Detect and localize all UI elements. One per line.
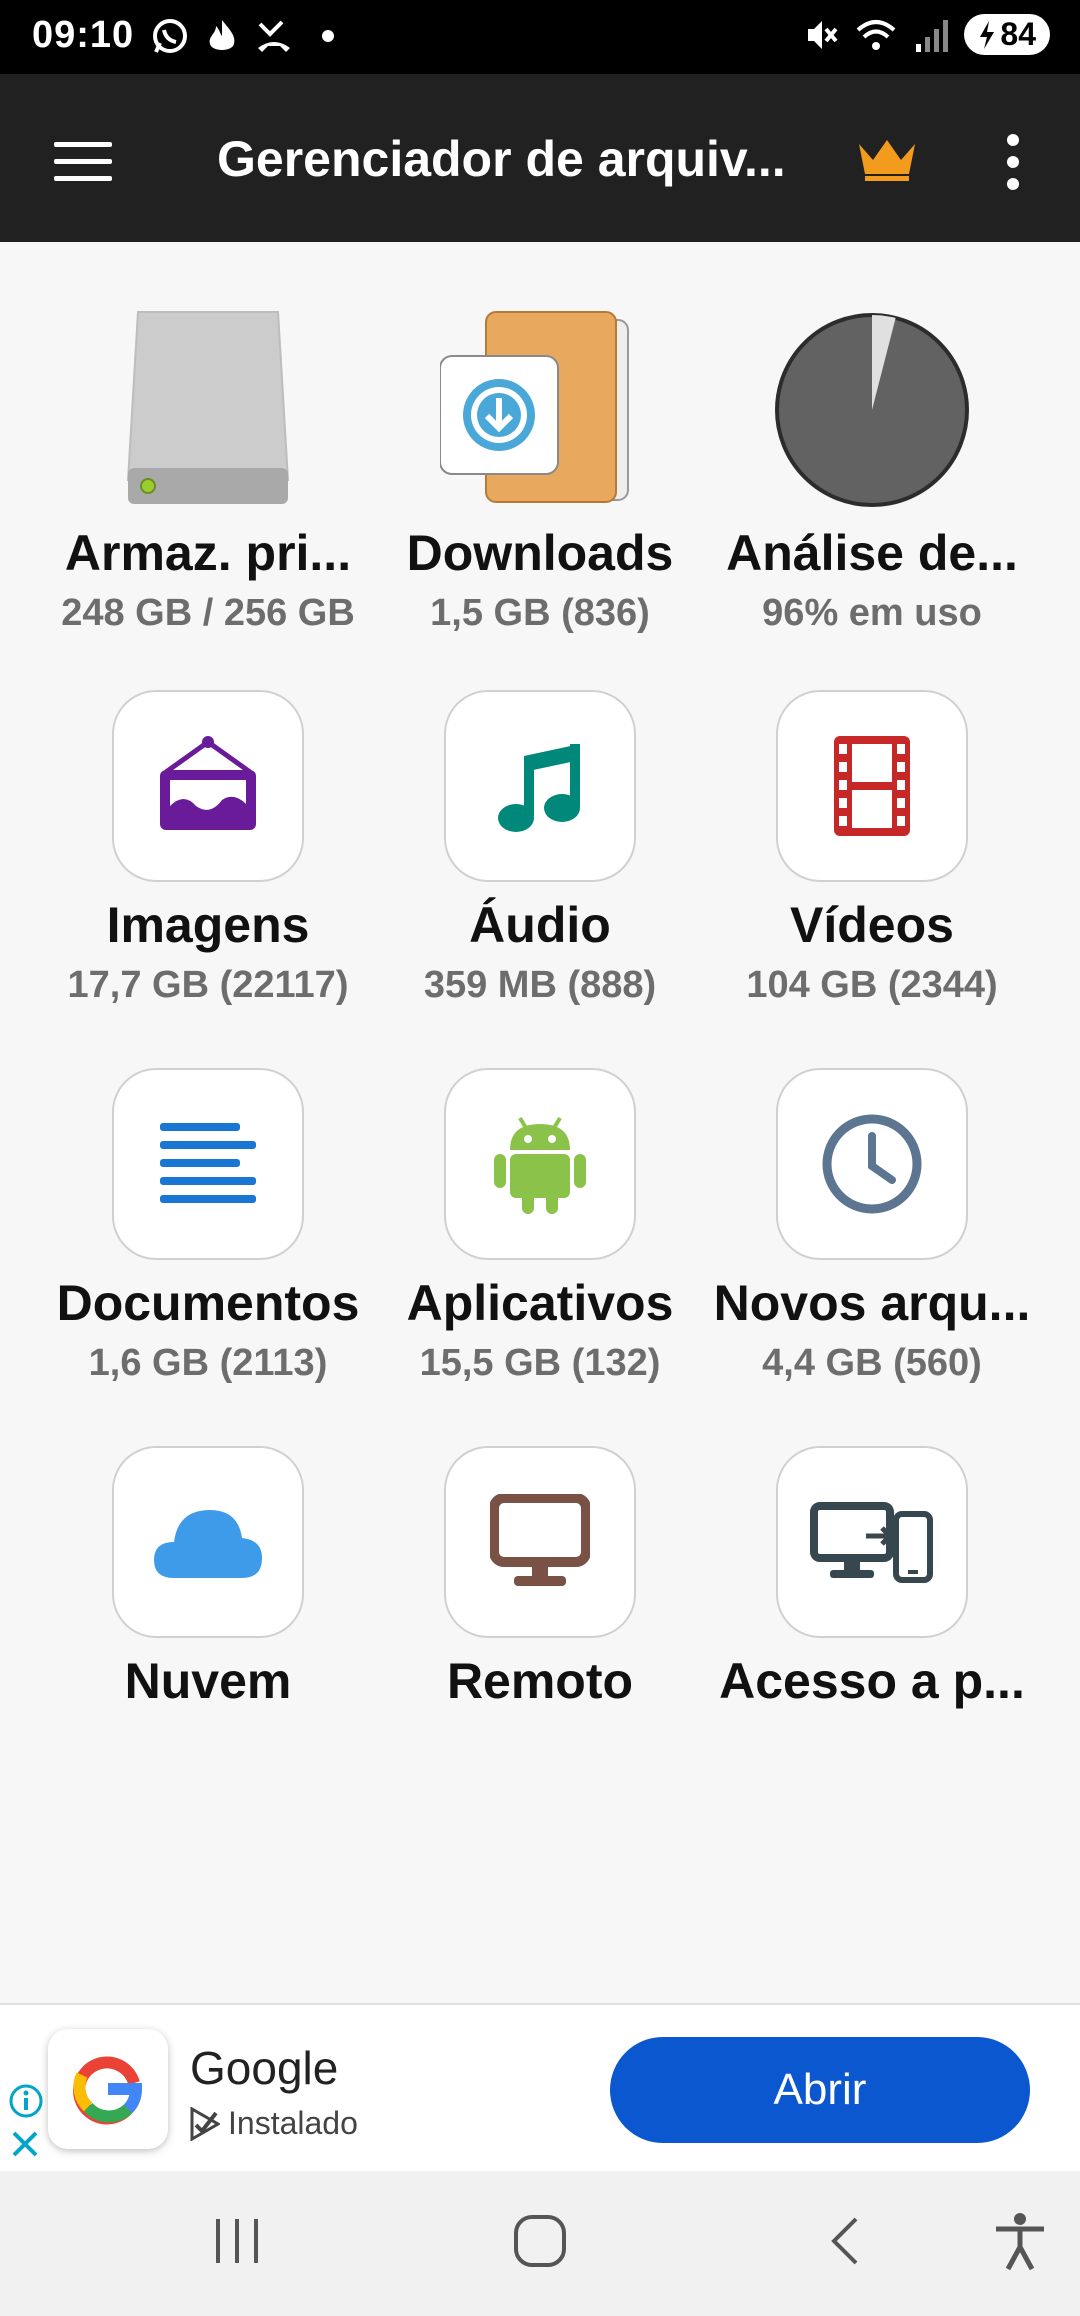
google-g-icon: [73, 2056, 143, 2125]
grid-item-sub: 17,7 GB (22117): [67, 964, 349, 1006]
grid-item-label: Armaz. pri...: [64, 525, 352, 581]
app-bar: Gerenciador de arquiv...: [0, 74, 1080, 242]
ad-status-text: Instalado: [228, 2105, 358, 2141]
grid-item-label: Documentos: [56, 1275, 360, 1331]
grid-item-pc-access[interactable]: Acesso a p...: [706, 1446, 1038, 1710]
navigation-bar: [0, 2171, 1080, 2316]
storage-drive-icon: [126, 311, 290, 504]
grid-item-label: Remoto: [446, 1653, 634, 1709]
grid-item-sub: 4,4 GB (560): [762, 1342, 982, 1384]
grid-item-audio[interactable]: Áudio 359 MB (888): [374, 690, 706, 1007]
grid-item-main-storage[interactable]: Armaz. pri... 248 GB / 256 GB: [42, 310, 374, 635]
grid-item-label: Novos arqu...: [713, 1275, 1031, 1331]
monitor-icon: [490, 1494, 590, 1586]
downloads-folder-icon: [440, 311, 629, 503]
ad-app-name: Google: [190, 2042, 339, 2094]
music-note-icon: [498, 744, 580, 832]
picture-frame-icon: [160, 736, 256, 830]
pc-phone-access-icon: [810, 1502, 933, 1583]
grid-item-sub: 359 MB (888): [423, 964, 657, 1006]
grid-item-label: Aplicativos: [406, 1275, 674, 1331]
grid-item-label: Acesso a p...: [719, 1653, 1025, 1709]
dot-icon: [322, 30, 334, 42]
status-time: 09:10: [32, 14, 135, 56]
document-lines-icon: [160, 1123, 256, 1203]
grid-item-sub: 96% em uso: [762, 592, 982, 634]
grid-item-cloud[interactable]: Nuvem: [42, 1446, 374, 1710]
accessibility-icon[interactable]: [990, 2211, 1050, 2271]
app-title: Gerenciador de arquiv...: [217, 131, 786, 187]
grid-item-sub: 248 GB / 256 GB: [61, 592, 355, 634]
grid-item-label: Imagens: [106, 897, 310, 953]
battery-level: 84: [1000, 16, 1036, 52]
recents-icon[interactable]: [212, 2211, 262, 2271]
crown-icon[interactable]: [855, 136, 919, 182]
clock-icon: [822, 1114, 922, 1214]
film-strip-icon: [834, 736, 910, 836]
charging-bolt-icon: [980, 20, 995, 49]
close-icon[interactable]: [10, 2129, 40, 2159]
grid-item-sub: 1,6 GB (2113): [88, 1342, 328, 1384]
back-icon[interactable]: [820, 2211, 870, 2271]
google-logo: [48, 2029, 168, 2149]
missed-call-icon: [258, 20, 290, 52]
more-vert-icon[interactable]: [998, 132, 1028, 192]
open-button[interactable]: Abrir: [610, 2037, 1030, 2143]
grid-item-videos[interactable]: Vídeos 104 GB (2344): [706, 690, 1038, 1007]
grid-item-label: Áudio: [469, 897, 611, 953]
grid-item-storage-analysis[interactable]: Análise de... 96% em uso: [706, 310, 1038, 635]
grid-item-label: Análise de...: [726, 525, 1018, 581]
grid-item-downloads[interactable]: Downloads 1,5 GB (836): [374, 310, 706, 635]
grid-item-sub: 1,5 GB (836): [430, 592, 650, 634]
grid-item-sub: 15,5 GB (132): [419, 1342, 661, 1384]
home-icon[interactable]: [510, 2211, 570, 2271]
info-icon[interactable]: [8, 2083, 44, 2119]
whatsapp-icon: [153, 19, 187, 53]
signal-icon: [916, 19, 949, 52]
status-bar: 09:10 84: [0, 0, 1080, 74]
grid-item-label: Downloads: [406, 525, 674, 581]
grid-item-recent-files[interactable]: Novos arqu... 4,4 GB (560): [706, 1068, 1038, 1385]
grid-item-label: Nuvem: [124, 1653, 292, 1709]
battery-icon: 84: [964, 14, 1050, 55]
ad-install-status: Instalado: [190, 2105, 358, 2142]
ad-banner[interactable]: Google Instalado Abrir: [0, 2003, 1080, 2171]
wifi-icon: [857, 19, 896, 50]
grid-item-sub: 104 GB (2344): [746, 964, 998, 1006]
grid-item-remote[interactable]: Remoto: [374, 1446, 706, 1710]
mute-icon: [808, 20, 838, 49]
fire-icon: [209, 20, 235, 50]
android-icon: [494, 1116, 586, 1214]
grid-item-apps[interactable]: Aplicativos 15,5 GB (132): [374, 1068, 706, 1385]
installed-check-icon: [190, 2106, 220, 2141]
menu-icon[interactable]: [54, 142, 112, 182]
pie-usage-icon: [775, 313, 969, 507]
grid-item-images[interactable]: Imagens 17,7 GB (22117): [42, 690, 374, 1007]
cloud-icon: [154, 1510, 262, 1578]
grid-item-label: Vídeos: [790, 897, 954, 953]
grid-item-documents[interactable]: Documentos 1,6 GB (2113): [42, 1068, 374, 1385]
